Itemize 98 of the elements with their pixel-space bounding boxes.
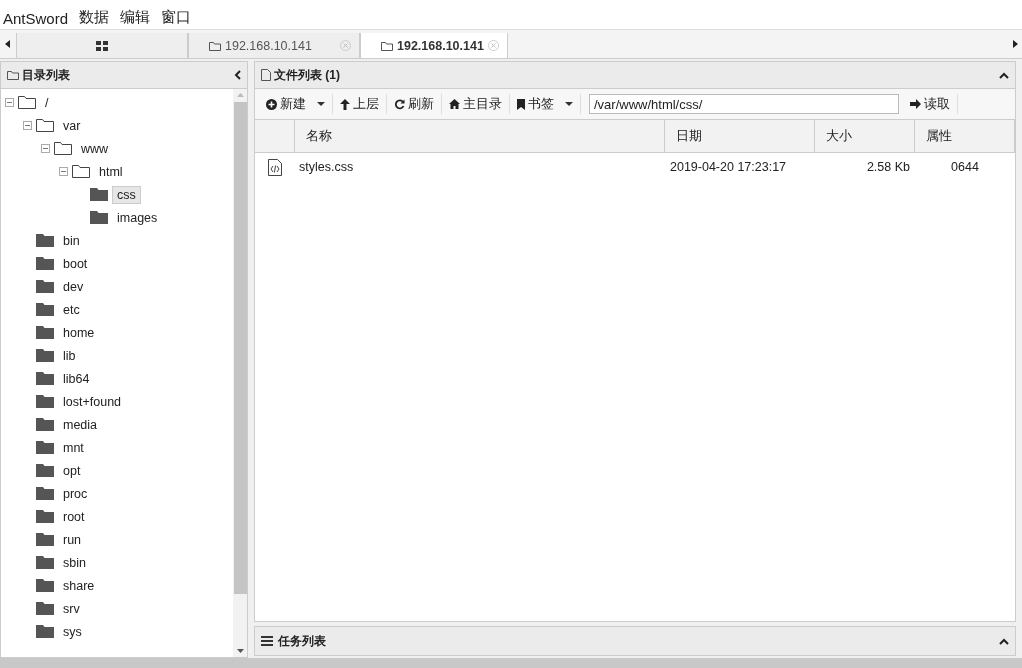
tree-item[interactable]: var — [58, 116, 86, 135]
folder-icon — [36, 326, 54, 339]
collapse-icon[interactable] — [999, 71, 1009, 79]
folder-icon — [36, 556, 54, 569]
folder-icon — [36, 510, 54, 523]
menu-item[interactable]: 窗口 — [161, 8, 192, 27]
tree-item[interactable]: share — [58, 576, 100, 595]
folder-icon — [36, 349, 54, 362]
folder-icon — [36, 280, 54, 293]
file-name[interactable]: styles.css — [295, 160, 665, 174]
table-cell-text: 0644 — [950, 160, 980, 174]
tree-item[interactable]: sbin — [58, 553, 91, 572]
tree-item[interactable]: etc — [58, 300, 85, 319]
scroll-down-icon[interactable] — [236, 649, 244, 653]
tab[interactable]: 192.168.10.141 — [188, 33, 360, 58]
collapse-toggle-icon[interactable] — [23, 121, 32, 130]
arrow-right-icon — [910, 99, 921, 109]
caret-left-icon — [4, 40, 10, 48]
column-header[interactable]: 日期 — [665, 120, 815, 152]
menu-item[interactable]: 编辑 — [120, 8, 151, 27]
tree-item[interactable]: images — [112, 208, 163, 227]
column-header[interactable]: 属性 — [915, 120, 1015, 152]
folder-icon — [36, 533, 54, 546]
tree-item[interactable]: www — [76, 139, 114, 158]
folder-icon — [36, 625, 54, 638]
folder-icon — [36, 234, 54, 247]
folder-icon — [7, 70, 19, 80]
folder-icon — [36, 579, 54, 592]
file-icon — [261, 69, 271, 81]
collapse-toggle-icon[interactable] — [5, 98, 14, 107]
tab[interactable]: 192.168.10.141 — [360, 33, 508, 58]
caret-right-icon — [1012, 40, 1018, 48]
home-icon — [449, 99, 460, 109]
tree-item[interactable]: root — [58, 507, 90, 526]
dropdown-button[interactable]: 新建 — [259, 92, 332, 116]
tree-item[interactable]: lib64 — [58, 369, 95, 388]
column-header[interactable]: 大小 — [815, 120, 915, 152]
collapse-toggle-icon[interactable] — [41, 144, 50, 153]
tree-item[interactable]: boot — [58, 254, 93, 273]
folder-icon — [36, 303, 54, 316]
path-field[interactable]: /var/www/html/css/ — [589, 94, 899, 114]
dropdown-button[interactable]: 书签 — [510, 92, 580, 116]
bookmark-icon — [517, 98, 525, 110]
refresh-icon — [394, 98, 405, 110]
tree-item[interactable]: media — [58, 415, 103, 434]
toolbar-button[interactable]: 上层 — [333, 92, 386, 116]
plus-icon — [266, 98, 277, 110]
menu-item[interactable]: AntSword — [3, 10, 69, 27]
expand-icon[interactable] — [999, 637, 1009, 645]
tree-item[interactable]: mnt — [58, 438, 89, 457]
tree-item[interactable]: lost+found — [58, 392, 127, 411]
arrow-up-icon — [340, 98, 350, 110]
folder-icon — [36, 418, 54, 431]
tree-item[interactable]: home — [58, 323, 100, 342]
folder-icon — [36, 257, 54, 270]
tree-item[interactable]: run — [58, 530, 87, 549]
panel-title: 文件列表 (1) — [274, 66, 340, 84]
collapse-icon[interactable] — [234, 70, 241, 80]
code-file-icon — [268, 158, 282, 176]
menu-item[interactable]: 数据 — [79, 8, 110, 27]
panel-title: 目录列表 — [22, 66, 70, 84]
folder-icon — [36, 372, 54, 385]
tree-item[interactable]: sys — [58, 622, 87, 641]
tree-item[interactable]: / — [40, 93, 54, 112]
folder-icon — [36, 395, 54, 408]
toolbar-button[interactable]: 主目录 — [442, 92, 509, 116]
folder-icon — [36, 487, 54, 500]
tree-item[interactable]: srv — [58, 599, 85, 618]
scrollbar[interactable] — [233, 89, 247, 657]
folder-icon — [90, 211, 108, 224]
folder-icon — [90, 188, 108, 201]
table-cell-text: 2019-04-20 17:23:17 — [669, 160, 788, 174]
toolbar-button[interactable]: 刷新 — [387, 92, 441, 116]
folder-icon — [18, 96, 36, 109]
column-header[interactable]: 名称 — [295, 120, 665, 152]
tree-item[interactable]: lib — [58, 346, 81, 365]
tree-item[interactable]: html — [94, 162, 128, 181]
folder-icon — [72, 165, 90, 178]
panel-title: 任务列表 — [278, 632, 326, 650]
table-cell-text: 2.58 Kb — [865, 160, 911, 174]
collapse-toggle-icon[interactable] — [59, 167, 68, 176]
grid-icon — [96, 40, 108, 51]
caret-icon — [317, 102, 325, 106]
tree-item[interactable]: css — [112, 185, 141, 204]
read-button[interactable]: 读取 — [903, 92, 957, 116]
folder-icon — [381, 40, 393, 51]
list-icon — [261, 636, 273, 646]
tree-item[interactable]: dev — [58, 277, 89, 296]
folder-icon — [209, 40, 221, 51]
folder-icon — [36, 464, 54, 477]
folder-icon — [36, 602, 54, 615]
caret-icon — [565, 102, 573, 106]
folder-icon — [36, 441, 54, 454]
tree-item[interactable]: opt — [58, 461, 86, 480]
folder-icon — [36, 119, 54, 132]
tree-item[interactable]: proc — [58, 484, 93, 503]
folder-icon — [54, 142, 72, 155]
tree-item[interactable]: bin — [58, 231, 85, 250]
